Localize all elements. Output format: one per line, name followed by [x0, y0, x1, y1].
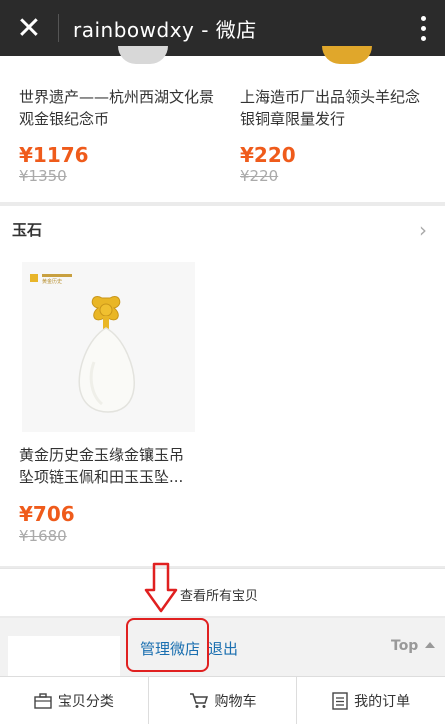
tab-orders[interactable]: 我的订单: [297, 677, 445, 724]
section-header-jade[interactable]: 玉石 ›: [0, 206, 445, 252]
tab-categories[interactable]: 宝贝分类: [0, 677, 149, 724]
bottom-tab-bar: 宝贝分类 购物车 我的订单: [0, 676, 445, 724]
jade-pendant-image[interactable]: 黄金历史: [22, 262, 195, 432]
down-arrow-icon: [144, 562, 178, 613]
order-icon: [332, 691, 348, 710]
view-all-products-link[interactable]: 查看所有宝贝: [0, 568, 445, 616]
tab-label: 我的订单: [354, 693, 411, 710]
product-title[interactable]: 上海造币厂出品领头羊纪念银铜章限量发行: [240, 86, 430, 130]
product-title[interactable]: 黄金历史金玉缘金镶玉吊: [19, 444, 219, 466]
page-title: rainbowdxy - 微店: [73, 17, 257, 42]
back-to-top-link[interactable]: Top: [391, 638, 418, 654]
footer-blank-area: [8, 636, 120, 676]
close-button[interactable]: ✕: [0, 0, 58, 56]
product-old-price: ¥1680: [19, 527, 67, 545]
tab-cart[interactable]: 购物车: [149, 677, 298, 724]
section-title: 玉石: [12, 221, 43, 239]
logout-link[interactable]: 退出: [208, 638, 238, 659]
more-menu-icon[interactable]: [401, 0, 445, 56]
highlight-annotation: [126, 618, 209, 672]
brand-logo: 黄金历史: [42, 278, 62, 285]
tab-label: 购物车: [214, 693, 257, 710]
coin-images: [0, 46, 445, 66]
top-bar: ✕ rainbowdxy - 微店: [0, 0, 445, 56]
product-price: ¥220: [240, 143, 296, 167]
product-old-price: ¥220: [240, 167, 279, 185]
product-price: ¥1176: [19, 143, 89, 167]
silver-coin-image[interactable]: [118, 46, 168, 64]
chevron-right-icon: ›: [419, 218, 427, 242]
cart-icon: [189, 693, 208, 708]
tab-label: 宝贝分类: [57, 693, 114, 710]
gold-coin-image[interactable]: [322, 46, 372, 64]
caret-up-icon: [425, 642, 435, 648]
product-title[interactable]: 世界遗产——杭州西湖文化景观金银纪念币: [19, 86, 214, 130]
shop-footer: 管理微店 退出 Top: [0, 618, 445, 676]
product-price: ¥706: [19, 502, 75, 526]
category-icon: [34, 692, 52, 709]
view-all-label: 查看所有宝贝: [180, 589, 259, 604]
product-old-price: ¥1350: [19, 167, 67, 185]
product-title-continued[interactable]: 坠项链玉佩和田玉玉坠...: [19, 466, 219, 488]
